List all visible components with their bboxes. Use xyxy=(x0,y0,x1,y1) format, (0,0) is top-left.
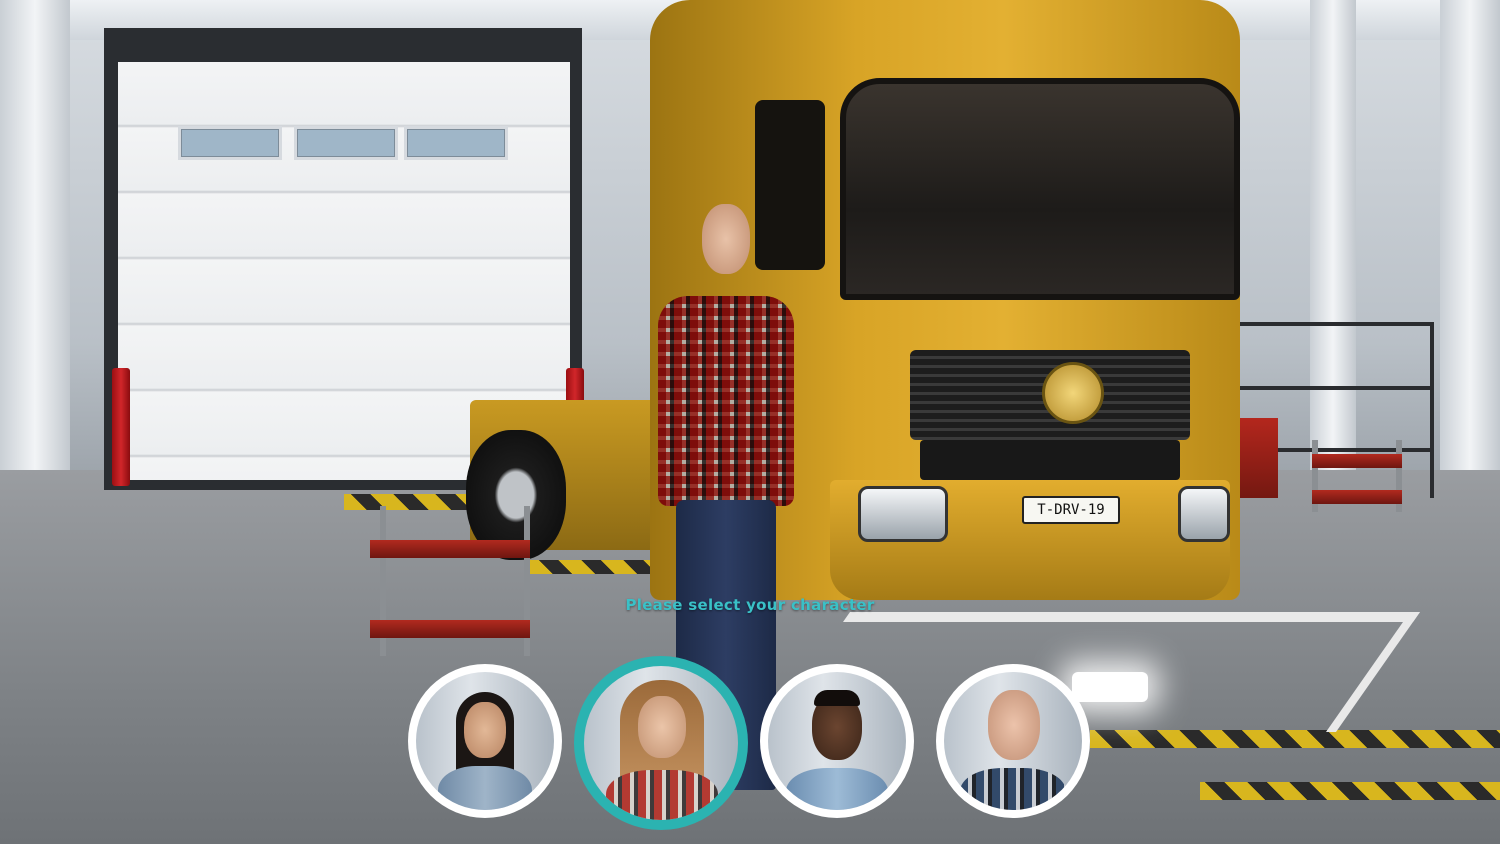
character-portrait-3[interactable] xyxy=(760,664,914,818)
floor-hazard-stripe xyxy=(1200,782,1500,800)
tool-shelf xyxy=(1430,322,1434,498)
floor-hazard-stripe xyxy=(530,560,650,574)
tool-shelf xyxy=(1236,322,1434,326)
red-safety-post xyxy=(112,368,130,486)
license-plate: T-DRV-19 xyxy=(1022,496,1120,524)
character-head xyxy=(702,204,750,274)
character-portrait-1[interactable] xyxy=(408,664,562,818)
truck-windshield xyxy=(840,78,1240,300)
character-plaid-shirt xyxy=(658,296,794,506)
portrait-shirt xyxy=(438,766,532,810)
character-selector xyxy=(400,656,1100,830)
tool-cart-right xyxy=(1312,440,1402,512)
portrait-hair xyxy=(814,690,860,706)
game-scene: T-DRV-19 Please select your character xyxy=(0,0,1500,844)
character-portrait-2[interactable] xyxy=(574,656,748,830)
select-character-prompt: Please select your character xyxy=(625,596,875,614)
portrait-background xyxy=(584,666,738,820)
character-portrait-4[interactable] xyxy=(936,664,1090,818)
truck-lower-grille xyxy=(920,440,1180,480)
portrait-shirt xyxy=(786,768,888,810)
portrait-shirt xyxy=(960,768,1066,810)
pillar-right xyxy=(1310,0,1356,470)
portrait-background xyxy=(944,672,1082,810)
portrait-background xyxy=(416,672,554,810)
truck-emblem-icon xyxy=(1042,362,1104,424)
truck-headlight xyxy=(1178,486,1230,542)
floor-hazard-stripe xyxy=(1090,730,1500,748)
truck-headlight xyxy=(858,486,948,542)
garage-door-window xyxy=(294,126,398,160)
portrait-shirt xyxy=(606,770,718,820)
tool-cart-left xyxy=(370,506,530,656)
portrait-face xyxy=(464,702,506,758)
portrait-face xyxy=(988,690,1040,760)
pillar-far-right xyxy=(1440,0,1500,470)
portrait-face xyxy=(638,696,686,758)
tool-shelf xyxy=(1236,386,1434,390)
garage-door-window xyxy=(404,126,508,160)
portrait-background xyxy=(768,672,906,810)
pillar-left xyxy=(0,0,70,490)
garage-door-window xyxy=(178,126,282,160)
